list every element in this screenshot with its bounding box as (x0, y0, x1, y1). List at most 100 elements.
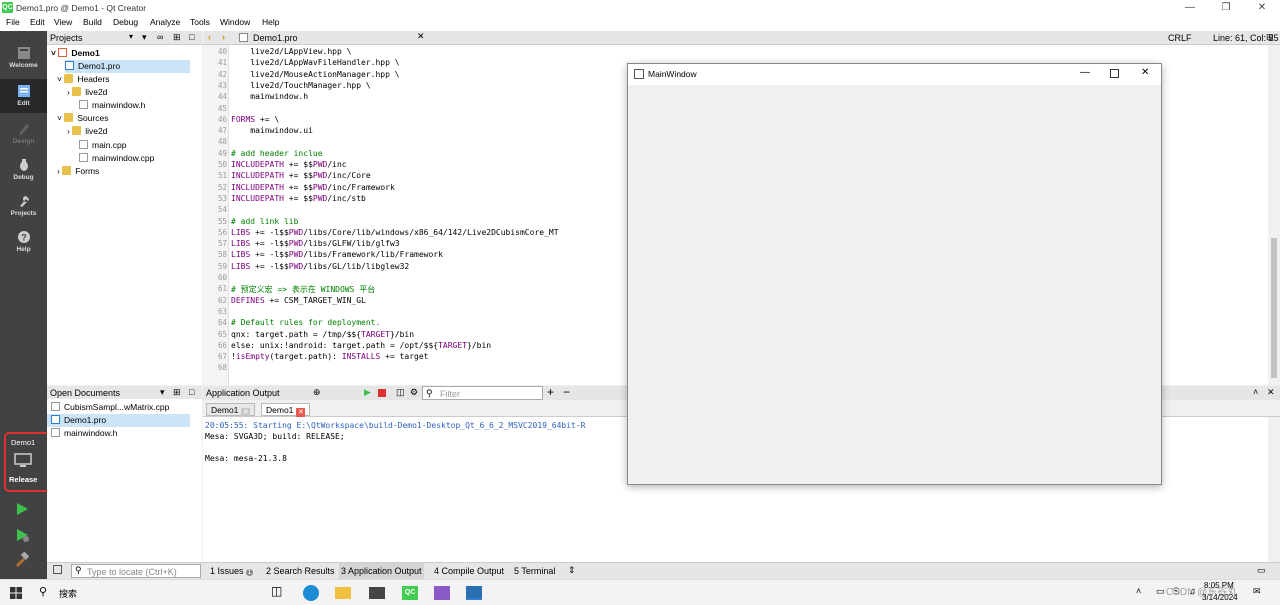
build-button[interactable] (14, 551, 30, 567)
bottom-tab-application-output[interactable]: 3 Application Output (339, 563, 424, 579)
close-tab-icon[interactable]: ✕ (241, 408, 251, 417)
menu-analyze[interactable]: Analyze (150, 17, 180, 27)
settings-icon[interactable]: ⚙ (410, 387, 418, 398)
windows-start-icon[interactable] (10, 587, 22, 599)
menu-window[interactable]: Window (220, 17, 250, 27)
qt-creator-logo: QC (2, 2, 13, 13)
bottom-tab-terminal[interactable]: 5 Terminal (514, 566, 555, 576)
tree-item[interactable]: › live2d (67, 125, 107, 138)
menu-view[interactable]: View (54, 17, 72, 27)
close-button[interactable]: ✕ (1244, 0, 1280, 16)
open-documents-title[interactable]: Open Documents (50, 388, 120, 398)
close-button[interactable]: ✕ (1141, 67, 1149, 78)
bottom-tab-search-results[interactable]: 2 Search Results (266, 566, 335, 576)
code-line: INCLUDEPATH += $$PWD/inc/stb (231, 193, 366, 203)
tree-item[interactable]: ˅ Headers (57, 73, 109, 86)
filter-icon[interactable]: ▾ (142, 32, 147, 43)
tree-label: mainwindow.h (92, 100, 146, 110)
main-window-titlebar[interactable]: MainWindow — ✕ (628, 64, 1161, 85)
battery-icon[interactable]: ▭ (1156, 586, 1165, 597)
close-pane-icon[interactable]: □ (189, 32, 194, 42)
minimize-button[interactable]: — (1080, 67, 1090, 78)
back-icon[interactable]: ‹ (208, 32, 211, 42)
menu-file[interactable]: File (6, 17, 20, 27)
stop-icon[interactable] (378, 389, 386, 397)
link-icon[interactable]: ∞ (157, 32, 163, 42)
menu-help[interactable]: Help (262, 17, 279, 27)
output-tab[interactable]: Demo1 ✕ (206, 403, 256, 417)
run-button[interactable] (14, 501, 30, 517)
tree-item[interactable]: mainwindow.cpp (79, 152, 154, 165)
menu-tools[interactable]: Tools (190, 17, 210, 27)
tree-item[interactable]: › Forms (57, 165, 99, 178)
rerun-icon[interactable]: ▶ (364, 387, 371, 398)
menu-debug[interactable]: Debug (113, 17, 138, 27)
menu-edit[interactable]: Edit (30, 17, 45, 27)
list-item[interactable]: mainwindow.h (51, 427, 117, 440)
close-pane-icon[interactable]: ✕ (1267, 387, 1275, 398)
main-window[interactable]: MainWindow — ✕ (627, 63, 1162, 485)
debug-run-button[interactable] (14, 527, 30, 543)
forward-icon[interactable]: › (222, 32, 225, 42)
tree-item[interactable]: ˅ Sources (57, 112, 109, 125)
close-file-icon[interactable]: ✕ (417, 31, 425, 42)
maximize-pane-icon[interactable]: ˄ (1253, 387, 1258, 397)
bottom-tab-compile-output[interactable]: 4 Compile Output (434, 566, 504, 576)
zoom-in-icon[interactable]: + (547, 385, 554, 399)
tree-item[interactable]: mainwindow.h (79, 99, 145, 112)
tree-item[interactable]: main.cpp (79, 139, 127, 152)
scrollbar-thumb[interactable] (1271, 238, 1277, 378)
output-filter-input[interactable]: ⚲ Filter (422, 386, 543, 400)
tree-item[interactable]: › live2d (67, 86, 107, 99)
line-ending[interactable]: CRLF (1168, 33, 1192, 43)
explorer-icon[interactable] (335, 587, 351, 599)
chevron-up-icon[interactable]: ˄ (1136, 586, 1141, 596)
mode-debug[interactable]: Debug (0, 153, 47, 187)
editor-file-name[interactable]: Demo1.pro (253, 33, 298, 43)
locator-input[interactable]: ⚲ Type to locate (Ctrl+K) (71, 564, 201, 578)
output-title[interactable]: Application Output (206, 388, 280, 398)
qt-creator-taskbar-icon[interactable]: QC (402, 586, 418, 600)
more-tabs-icon[interactable]: ⇕ (568, 565, 576, 576)
mode-welcome[interactable]: Welcome (0, 41, 47, 75)
output-scrollbar[interactable] (1268, 417, 1280, 562)
mail-icon[interactable] (369, 587, 385, 599)
split-icon[interactable]: ⊞ (173, 387, 181, 398)
close-tab-icon[interactable]: ✕ (296, 408, 306, 417)
split-editor-icon[interactable]: ⊞ (1266, 32, 1274, 43)
output-tab-active[interactable]: Demo1 ✕ (261, 403, 311, 417)
bottom-tab-issues[interactable]: 1 Issues 1 (210, 566, 254, 576)
visual-studio-icon[interactable] (434, 586, 450, 600)
split-icon[interactable]: ⊞ (173, 32, 181, 43)
close-pane-icon[interactable]: □ (189, 387, 194, 397)
projects-view-select[interactable]: Projects (50, 33, 83, 43)
minimize-button[interactable]: — (1172, 0, 1208, 16)
projects-dropdown-icon[interactable]: ▾ (129, 32, 133, 41)
search-icon[interactable]: ⚲ (39, 585, 47, 598)
mode-design[interactable]: Design (0, 117, 47, 151)
restore-button[interactable]: ❐ (1208, 0, 1244, 16)
mode-help[interactable]: ? Help (0, 225, 47, 259)
list-item[interactable]: CubismSampl...wMatrix.cpp (51, 401, 169, 414)
mainwindow-taskbar-icon[interactable] (466, 586, 482, 600)
task-view-icon[interactable]: ◫ (271, 584, 282, 598)
zoom-out-icon[interactable]: − (563, 385, 570, 399)
editor-scrollbar[interactable] (1268, 45, 1280, 385)
attach-icon[interactable]: ◫ (396, 387, 405, 398)
notification-icon[interactable]: ✉ (1253, 586, 1261, 597)
mode-projects[interactable]: Projects (0, 189, 47, 223)
edge-icon[interactable] (303, 585, 319, 601)
line-number: 68 (217, 363, 227, 373)
tree-item[interactable]: ˅ Demo1 (51, 47, 100, 60)
mode-edit[interactable]: Edit (0, 79, 47, 113)
menu-build[interactable]: Build (83, 17, 102, 27)
maximize-button[interactable] (1110, 69, 1119, 78)
clear-icon[interactable]: ⊕ (313, 387, 321, 398)
toggle-sidebar-icon[interactable] (53, 565, 62, 574)
chevron-down-icon[interactable]: ▾ (160, 387, 165, 398)
line-number: 49 (217, 148, 227, 158)
taskbar-search-label[interactable]: 搜索 (59, 587, 77, 600)
tree-item[interactable]: Demo1.pro (65, 60, 190, 73)
list-item[interactable]: Demo1.pro (47, 414, 190, 427)
progress-icon[interactable]: ▭ (1257, 565, 1266, 576)
